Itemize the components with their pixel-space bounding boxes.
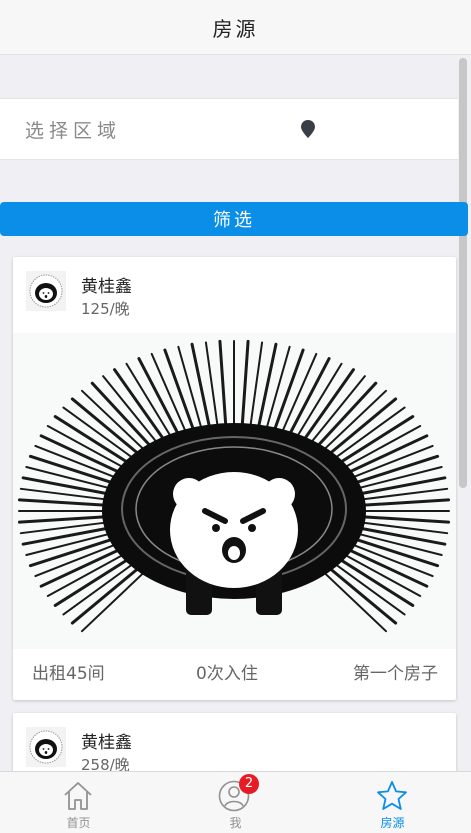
page-title: 房源: [212, 16, 259, 41]
price-per-night: 125/晚: [81, 300, 130, 318]
notification-badge: 2: [239, 774, 259, 794]
listing-photo[interactable]: [13, 333, 456, 649]
hedgehog-avatar-icon: [29, 274, 63, 308]
filter-button[interactable]: 筛选: [0, 202, 468, 236]
spike: [19, 520, 117, 535]
spike: [17, 498, 116, 508]
hedgehog-illustration-icon: [17, 339, 451, 633]
spike: [352, 498, 451, 508]
spike: [336, 550, 422, 597]
spike: [39, 434, 128, 478]
spike: [336, 425, 422, 472]
location-pin-icon: [301, 120, 315, 138]
spike: [46, 550, 132, 597]
spike: [299, 368, 355, 446]
tab-listings[interactable]: 房源: [314, 772, 471, 833]
owner-name: 黄桂鑫: [81, 277, 132, 297]
spike: [113, 368, 169, 446]
tab-home[interactable]: 首页: [0, 772, 157, 833]
listing-card[interactable]: 黄桂鑫 125/晚 出租45间 0次入住 第一个房子: [13, 257, 456, 700]
region-label: 选择区域: [25, 120, 122, 142]
spike: [340, 434, 429, 478]
spike: [351, 487, 449, 502]
tab-label: 我: [229, 816, 242, 830]
nav-header: 房源: [0, 0, 471, 55]
scrollbar[interactable]: [459, 58, 467, 488]
region-selector[interactable]: 选择区域: [0, 98, 458, 160]
spike: [340, 544, 429, 588]
tab-me[interactable]: 2 我: [157, 772, 314, 833]
owner-name: 黄桂鑫: [81, 733, 132, 753]
home-icon: [64, 782, 92, 810]
house-name: 第一个房子: [353, 664, 438, 684]
spike: [352, 514, 451, 524]
spike: [39, 544, 128, 588]
checkin-count: 0次入住: [196, 664, 258, 684]
avatar: [26, 727, 66, 767]
tab-label: 首页: [66, 816, 91, 830]
spike: [19, 487, 117, 502]
spike: [17, 514, 116, 524]
room-count: 出租45间: [32, 664, 105, 684]
hedgehog-avatar-icon: [29, 730, 63, 764]
tab-bar: 首页 2 我 房源: [0, 771, 471, 833]
avatar: [26, 271, 66, 311]
tab-label: 房源: [380, 816, 405, 830]
spike: [218, 339, 228, 433]
spike: [240, 339, 250, 433]
star-icon: [377, 781, 407, 810]
spike: [46, 425, 132, 472]
listing-stats: 出租45间 0次入住 第一个房子: [13, 659, 456, 689]
spike: [351, 520, 449, 535]
